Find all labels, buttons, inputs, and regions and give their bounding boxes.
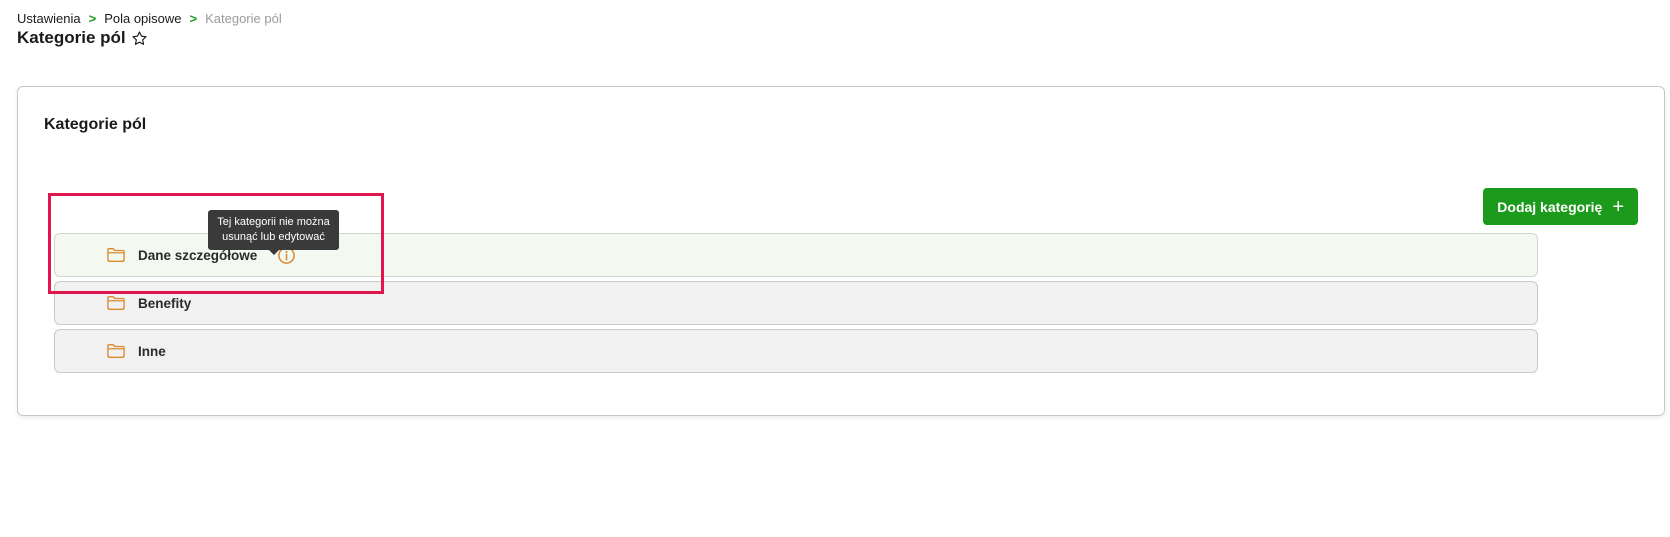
category-label: Inne — [138, 343, 166, 359]
breadcrumb-separator: > — [189, 11, 198, 26]
breadcrumb: Ustawienia > Pola opisowe > Kategorie pó… — [17, 11, 282, 26]
star-outline-icon[interactable] — [131, 30, 148, 47]
breadcrumb-item-settings[interactable]: Ustawienia — [17, 11, 81, 26]
page-title: Kategorie pól — [17, 28, 126, 47]
category-row-benefits[interactable]: Benefity — [54, 281, 1538, 325]
breadcrumb-item-descriptive-fields[interactable]: Pola opisowe — [104, 11, 181, 26]
tooltip-line: Tej kategorii nie można — [217, 216, 330, 228]
info-tooltip: Tej kategorii nie można usunąć lub edyto… — [208, 210, 339, 255]
add-category-label: Dodaj kategorię — [1497, 198, 1603, 215]
page-header: Kategorie pól — [17, 28, 148, 48]
category-row-other[interactable]: Inne — [54, 329, 1538, 373]
breadcrumb-item-current: Kategorie pól — [205, 11, 282, 26]
card-title: Kategorie pól — [44, 116, 147, 133]
plus-icon: + — [1612, 195, 1624, 218]
category-label: Benefity — [138, 295, 192, 311]
add-category-button[interactable]: Dodaj kategorię + — [1483, 188, 1638, 225]
folder-icon — [107, 296, 125, 310]
folder-icon — [107, 344, 125, 358]
tooltip-line: usunąć lub edytować — [222, 231, 325, 243]
breadcrumb-separator: > — [88, 11, 97, 26]
folder-icon — [107, 248, 125, 262]
